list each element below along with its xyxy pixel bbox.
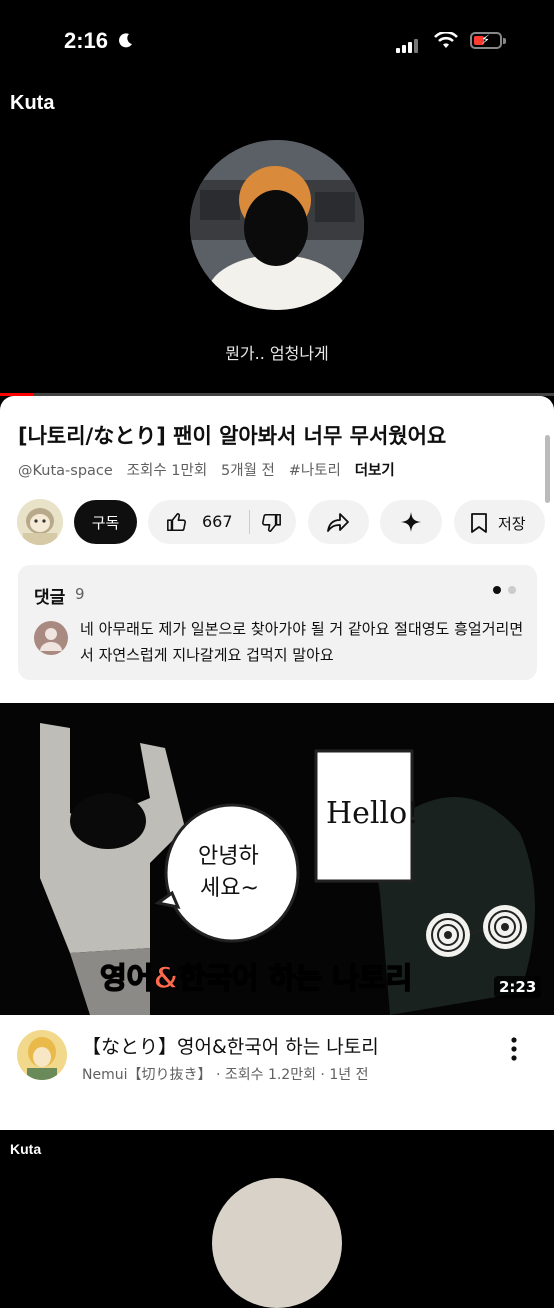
- profile-avatar: [190, 140, 364, 310]
- channel-handle[interactable]: @Kuta-space: [18, 463, 113, 479]
- bookmark-icon: [471, 513, 487, 533]
- next-short-channel-title[interactable]: Kuta: [10, 1141, 41, 1157]
- player-channel-title[interactable]: Kuta: [10, 92, 54, 115]
- next-upload-age: 1년 전: [329, 1067, 369, 1083]
- next-channel-avatar[interactable]: [17, 1030, 67, 1080]
- more-options-icon[interactable]: [506, 1036, 522, 1062]
- next-channel-name[interactable]: Nemui【切り抜き】: [82, 1067, 212, 1083]
- top-comment-text: 네 아무래도 제가 일본으로 찾아가야 될 거 같아요 절대영도 흥얼거리면서 …: [80, 620, 524, 664]
- comments-count: 9: [75, 585, 85, 603]
- channel-avatar[interactable]: [17, 499, 63, 545]
- sparkle-icon: [401, 512, 421, 532]
- like-divider: [249, 510, 250, 534]
- speech-bubble-line1: 안녕하: [198, 844, 259, 869]
- thumbnail-overlay-title: 영어&한국어 하는 나토리: [99, 960, 413, 996]
- moon-icon: [119, 33, 132, 48]
- next-video-meta: Nemui【切り抜き】 · 조회수 1.2만회 · 1년 전: [82, 1067, 369, 1083]
- share-icon: [327, 513, 349, 532]
- like-icon[interactable]: [166, 511, 188, 533]
- commenter-avatar: [34, 621, 68, 655]
- status-time: 2:16: [64, 28, 109, 53]
- next-view-count: 조회수 1.2만회: [224, 1067, 316, 1083]
- cellular-signal-icon: [396, 34, 420, 53]
- video-meta: @Kuta-space 조회수 1만회 5개월 전 #나토리 더보기: [18, 459, 395, 480]
- next-short-avatar: [212, 1178, 342, 1308]
- video-caption: 뭔가.. 엄청나게: [225, 344, 329, 363]
- hello-text: Hello!: [326, 796, 420, 831]
- wifi-icon: [434, 32, 458, 48]
- scrollbar-thumb[interactable]: [545, 435, 550, 503]
- upload-age: 5개월 전: [221, 463, 275, 479]
- like-count: 667: [202, 512, 233, 531]
- hashtag-link[interactable]: #나토리: [289, 463, 341, 479]
- next-video-title[interactable]: 【なとり】영어&한국어 하는 나토리: [82, 1032, 379, 1059]
- subscribe-button[interactable]: 구독: [74, 500, 137, 544]
- save-label: 저장: [498, 515, 526, 533]
- view-count: 조회수 1만회: [126, 463, 208, 479]
- comments-header: 댓글: [34, 588, 66, 608]
- speech-bubble-line2: 세요~: [200, 876, 259, 901]
- video-duration: 2:23: [494, 976, 542, 998]
- video-title[interactable]: [나토리/なとり] 팬이 알아봐서 너무 무서웠어요: [18, 420, 538, 450]
- more-button[interactable]: 더보기: [355, 463, 395, 479]
- battery-cap: [503, 38, 506, 44]
- battery-icon: ⚡: [470, 32, 502, 49]
- dislike-icon[interactable]: [260, 512, 282, 534]
- carousel-dot: [508, 586, 516, 594]
- carousel-dot-active: [493, 586, 501, 594]
